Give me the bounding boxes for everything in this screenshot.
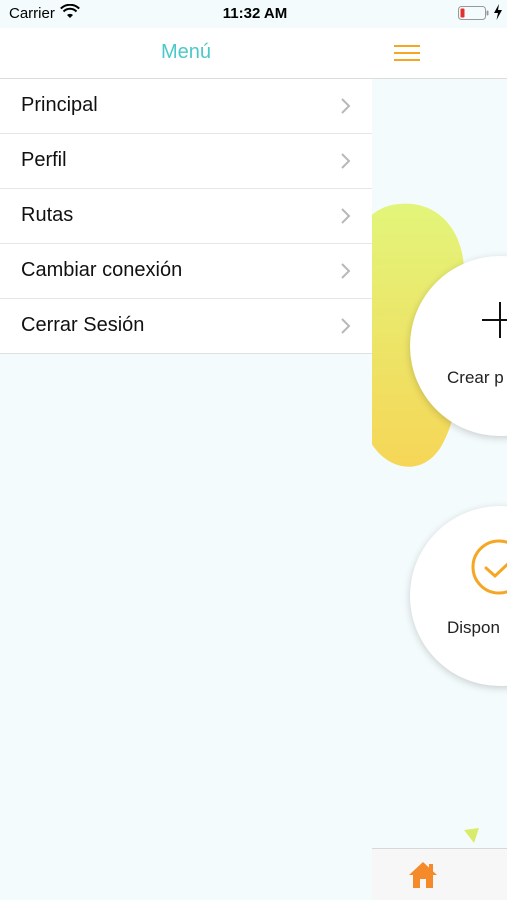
main-view: Crear p Dispon [372,0,507,900]
available-card[interactable]: Dispon [410,506,507,686]
menu-item-label: Cerrar Sesión [21,314,145,336]
decorative-triangle [464,828,480,849]
status-time: 11:32 AM [222,5,288,22]
side-menu: Menú Principal Perfil Rutas Cambiar cone… [0,0,372,900]
hamburger-icon[interactable] [394,44,420,67]
menu-item-rutas[interactable]: Rutas [0,189,372,244]
menu-item-perfil[interactable]: Perfil [0,134,372,189]
menu-item-label: Principal [21,94,98,116]
menu-title: Menú [160,41,212,63]
menu-header: Menú [0,28,372,79]
plus-icon [480,300,507,345]
chevron-right-icon [340,317,352,340]
menu-item-cerrar-sesion[interactable]: Cerrar Sesión [0,299,372,353]
available-card-label: Dispon [447,618,500,637]
chevron-right-icon [340,97,352,120]
home-icon[interactable] [408,861,438,894]
main-navbar [372,28,507,79]
charging-bolt-icon [493,4,503,24]
create-card-label: Crear p [447,368,504,387]
menu-item-principal[interactable]: Principal [0,79,372,134]
tab-bar [372,848,507,900]
menu-item-label: Cambiar conexión [21,259,183,281]
menu-item-label: Rutas [21,204,74,226]
menu-list: Principal Perfil Rutas Cambiar conexión … [0,79,372,354]
battery-icon [458,6,490,24]
chevron-right-icon [340,262,352,285]
chevron-right-icon [340,207,352,230]
menu-item-label: Perfil [21,149,67,171]
menu-item-cambiar-conexion[interactable]: Cambiar conexión [0,244,372,299]
chevron-right-icon [340,152,352,175]
check-circle-icon [470,538,507,601]
status-bar: Carrier 11:32 AM [0,0,507,28]
